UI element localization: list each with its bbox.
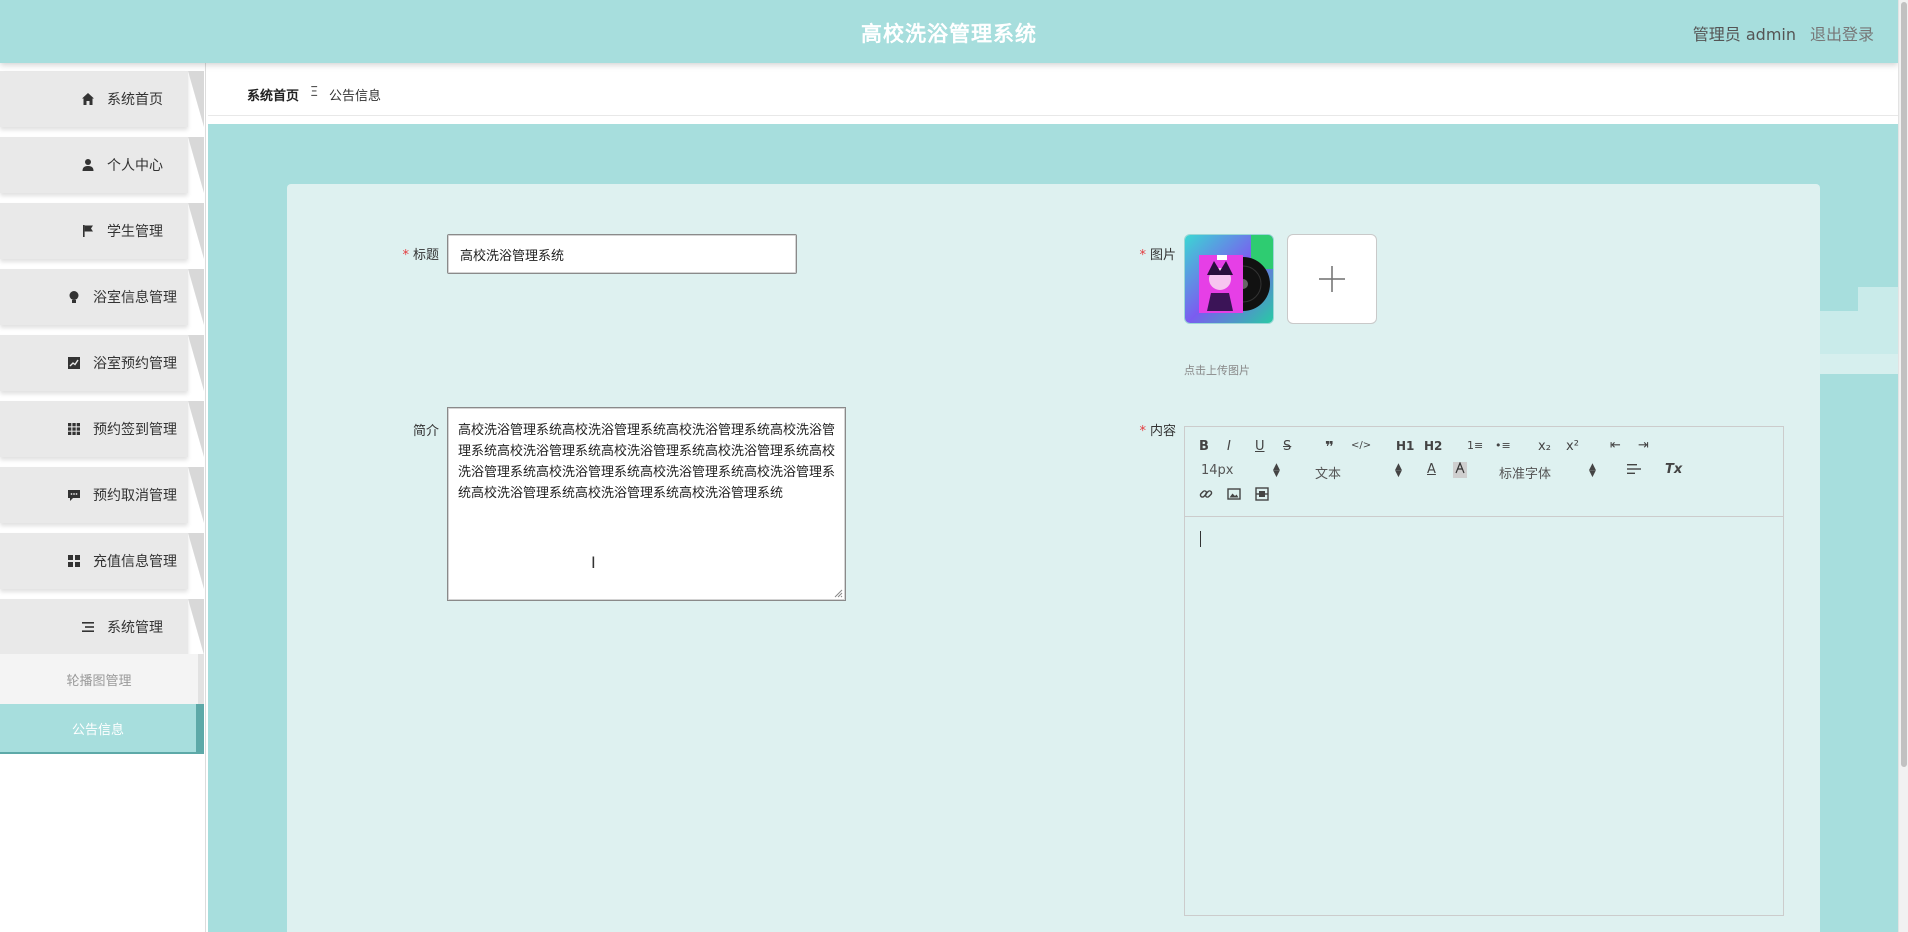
header2-button[interactable]: H2 [1424, 439, 1442, 453]
sidebar-subitem-carousel[interactable]: 轮播图管理 [0, 654, 204, 704]
content-label: * 内容 [1139, 424, 1176, 439]
superscript-button[interactable]: x² [1566, 439, 1579, 454]
breadcrumb-current: 公告信息 [329, 89, 382, 104]
select-arrows-icon: ▲ ▼ [1395, 462, 1402, 479]
sidebar-subitem-label: 公告信息 [71, 722, 124, 738]
sidebar-item-bathroom-info[interactable]: 浴室信息管理 [0, 269, 204, 325]
video-button[interactable] [1255, 487, 1269, 505]
intro-textarea[interactable]: 高校洗浴管理系统高校洗浴管理系统高校洗浴管理系统高校洗浴管理系统高校洗浴管理系统… [447, 407, 846, 601]
lightbulb-icon [69, 291, 79, 303]
intro-text: 高校洗浴管理系统高校洗浴管理系统高校洗浴管理系统高校洗浴管理系统高校洗浴管理系统… [458, 423, 836, 501]
image-icon [1227, 488, 1241, 500]
app-title: 高校洗浴管理系统 [861, 22, 1037, 46]
sidebar-subitem-announcements[interactable]: 公告信息 [0, 704, 204, 754]
flag-icon [83, 225, 93, 237]
sidebar-item-cancel[interactable]: 预约取消管理 [0, 467, 204, 523]
align-left-icon [1627, 464, 1641, 474]
editor-toolbar: B I U S ❞ </> H1 H2 1≡ •≡ x₂ x² ⇤ ⇥ 14px… [1185, 427, 1783, 517]
breadcrumb: 系统首页 Ξ 公告信息 [208, 74, 1898, 116]
apps-icon [68, 555, 80, 567]
comment-icon [68, 490, 80, 501]
list-icon [82, 622, 94, 632]
link-button[interactable] [1199, 487, 1213, 505]
select-arrows-icon: ▲ ▼ [1589, 462, 1596, 479]
underline-button[interactable]: U [1255, 439, 1265, 454]
link-icon [1199, 490, 1213, 498]
font-family-select[interactable]: 标准字体 ▲ ▼ [1499, 462, 1599, 483]
subscript-button[interactable]: x₂ [1538, 439, 1551, 454]
image-upload-button[interactable] [1287, 234, 1377, 324]
breadcrumb-separator: Ξ [310, 85, 319, 100]
sidebar-item-label: 学生管理 [107, 224, 163, 240]
text-style-select[interactable]: 文本 ▲ ▼ [1315, 462, 1405, 483]
image-button[interactable] [1227, 487, 1241, 505]
rich-text-editor: B I U S ❞ </> H1 H2 1≡ •≡ x₂ x² ⇤ ⇥ 14px… [1184, 426, 1784, 916]
sidebar-item-profile[interactable]: 个人中心 [0, 137, 204, 193]
plus-icon [1319, 266, 1345, 292]
sidebar-item-label: 充值信息管理 [93, 554, 177, 570]
editor-content-area[interactable] [1185, 518, 1783, 915]
sidebar-item-label: 系统管理 [107, 620, 163, 636]
upload-hint: 点击上传图片 [1184, 364, 1250, 377]
uploaded-image-thumbnail[interactable] [1184, 234, 1274, 324]
text-cursor-icon: Ι [591, 553, 596, 572]
select-arrows-icon: ▲ ▼ [1273, 462, 1280, 479]
sidebar-subitem-label: 轮播图管理 [66, 673, 132, 689]
album-cover-image [1185, 235, 1273, 323]
sidebar-item-system[interactable]: 系统管理 [0, 599, 204, 655]
grid-icon [68, 423, 80, 435]
outdent-button[interactable]: ⇤ [1610, 438, 1621, 453]
sidebar-item-bathroom-booking[interactable]: 浴室预约管理 [0, 335, 204, 391]
announcement-form: *标题 *图片 [287, 184, 1820, 932]
background-color-button[interactable] [1453, 461, 1467, 478]
sidebar-item-label: 浴室预约管理 [93, 356, 177, 372]
bold-button[interactable]: B [1199, 439, 1209, 454]
highlight-icon [1455, 461, 1465, 474]
sidebar-item-label: 系统首页 [107, 92, 163, 108]
main-content: *标题 *图片 [208, 124, 1898, 932]
video-icon [1255, 487, 1269, 501]
font-size-select[interactable]: 14px ▲ ▼ [1201, 462, 1281, 479]
sidebar-item-checkin[interactable]: 预约签到管理 [0, 401, 204, 457]
sidebar: 系统首页 个人中心 学生管理 浴室信息管理 浴室预约管理 预约签到管理 预约取消… [0, 63, 206, 932]
breadcrumb-home[interactable]: 系统首页 [247, 85, 299, 104]
italic-button[interactable]: I [1227, 439, 1231, 454]
chart-icon [68, 357, 80, 369]
user-icon [82, 159, 94, 171]
decoration-block [1820, 354, 1898, 374]
sidebar-item-students[interactable]: 学生管理 [0, 203, 204, 259]
editor-caret [1200, 531, 1201, 547]
clear-format-button[interactable]: Tx [1665, 462, 1682, 477]
top-header: 高校洗浴管理系统 管理员 admin 退出登录 [0, 0, 1898, 63]
sidebar-item-home[interactable]: 系统首页 [0, 71, 204, 127]
home-icon [82, 93, 94, 105]
page-scrollbar[interactable] [1898, 0, 1908, 932]
strike-button[interactable]: S [1283, 439, 1291, 454]
sidebar-item-recharge[interactable]: 充值信息管理 [0, 533, 204, 589]
ordered-list-button[interactable]: 1≡ [1467, 439, 1483, 452]
bullet-list-button[interactable]: •≡ [1495, 439, 1511, 452]
indent-button[interactable]: ⇥ [1638, 438, 1649, 453]
blockquote-button[interactable]: ❞ [1325, 438, 1334, 456]
title-input[interactable] [447, 234, 797, 274]
align-button[interactable] [1627, 463, 1641, 479]
image-label: * 图片 [1139, 248, 1176, 263]
header1-button[interactable]: H1 [1396, 439, 1414, 453]
resize-grip-icon[interactable] [833, 588, 843, 598]
current-user-label: 管理员 admin [1692, 25, 1796, 44]
sidebar-item-label: 浴室信息管理 [93, 290, 177, 306]
text-color-button[interactable]: A [1427, 462, 1436, 477]
sidebar-item-label: 预约取消管理 [93, 488, 177, 504]
code-block-button[interactable]: </> [1351, 440, 1371, 451]
sidebar-item-label: 预约签到管理 [93, 422, 177, 438]
sidebar-item-label: 个人中心 [107, 158, 163, 174]
intro-label: 简介 [412, 424, 439, 439]
title-label: * 标题 [402, 248, 439, 263]
scrollbar-thumb[interactable] [1901, 2, 1907, 767]
logout-link[interactable]: 退出登录 [1810, 21, 1874, 45]
